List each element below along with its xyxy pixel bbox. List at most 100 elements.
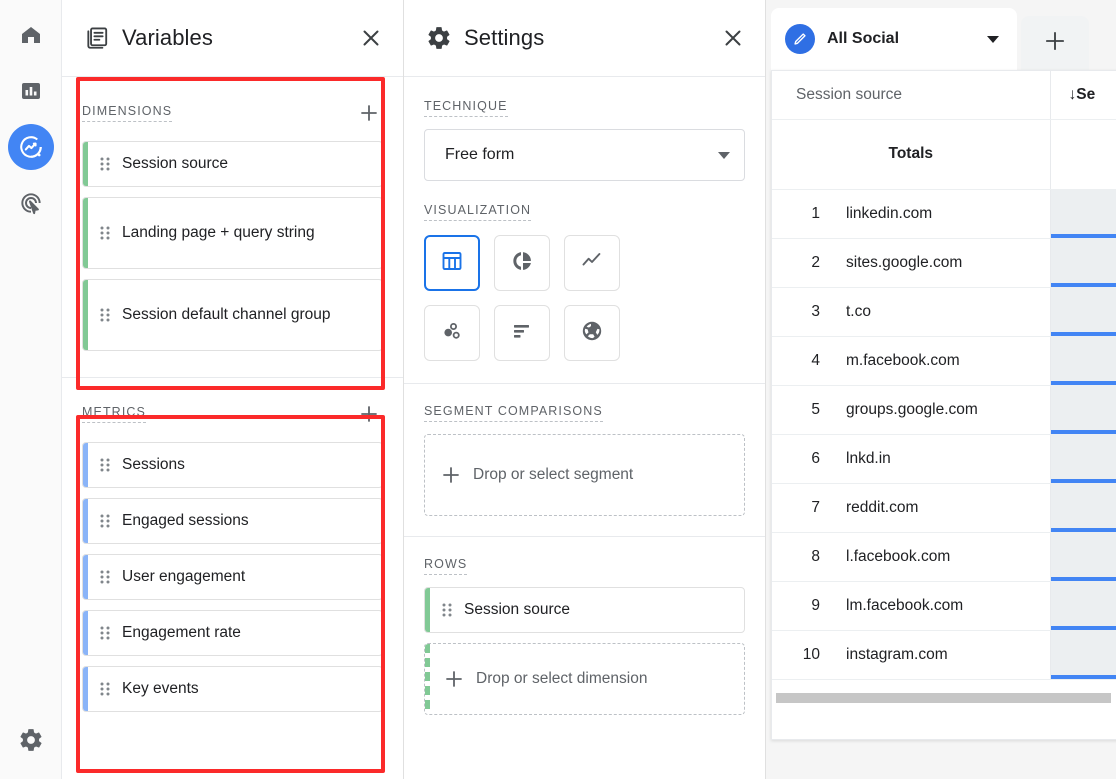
row-rank: 7 bbox=[772, 483, 832, 532]
row-dimension[interactable]: reddit.com bbox=[832, 483, 1050, 532]
table-horizontal-scrollbar[interactable] bbox=[772, 693, 1116, 707]
segment-drop-target[interactable]: Drop or select segment bbox=[424, 434, 745, 516]
geo-map-icon bbox=[580, 319, 604, 348]
dimension-chip-label: Landing page + query string bbox=[122, 223, 315, 244]
table-row[interactable]: 6 lnkd.in bbox=[772, 434, 1116, 483]
segment-comparisons-section: SEGMENT COMPARISONS Drop or select segme… bbox=[404, 384, 765, 536]
table-row[interactable]: 10 instagram.com bbox=[772, 630, 1116, 679]
drag-handle-icon[interactable] bbox=[100, 307, 110, 323]
dimension-chip[interactable]: Session default channel group bbox=[82, 279, 383, 351]
plus-icon bbox=[1042, 28, 1068, 59]
variables-close-button[interactable] bbox=[359, 26, 383, 50]
metrics-section-header: METRICS bbox=[82, 400, 383, 428]
row-metric-bar bbox=[1050, 238, 1116, 287]
table-row[interactable]: 7 reddit.com bbox=[772, 483, 1116, 532]
chevron-down-icon bbox=[718, 152, 730, 159]
visualization-options bbox=[424, 235, 745, 361]
sidebar-item-explore[interactable] bbox=[8, 124, 54, 170]
row-rank: 3 bbox=[772, 287, 832, 336]
viz-option-line-chart[interactable] bbox=[564, 235, 620, 291]
segment-comparisons-label: SEGMENT COMPARISONS bbox=[424, 404, 603, 422]
viz-option-scatter-plot[interactable] bbox=[424, 305, 480, 361]
rows-drop-target[interactable]: Drop or select dimension bbox=[424, 643, 745, 715]
scatter-plot-icon bbox=[440, 319, 464, 348]
report-area: All Social Session source bbox=[766, 0, 1116, 779]
metric-chip-label: Engagement rate bbox=[122, 623, 241, 644]
technique-section: TECHNIQUE Free form bbox=[404, 77, 765, 189]
drag-handle-icon[interactable] bbox=[100, 156, 110, 172]
report-tabs: All Social bbox=[771, 8, 1089, 70]
rows-dimension-chip[interactable]: Session source bbox=[424, 587, 745, 633]
drag-handle-icon[interactable] bbox=[100, 457, 110, 473]
drag-handle-icon[interactable] bbox=[100, 681, 110, 697]
drag-handle-icon[interactable] bbox=[100, 569, 110, 585]
chevron-down-icon[interactable] bbox=[987, 36, 999, 43]
sidebar-item-home[interactable] bbox=[8, 12, 54, 58]
donut-chart-icon bbox=[510, 249, 534, 278]
settings-close-button[interactable] bbox=[721, 26, 745, 50]
reports-icon bbox=[19, 79, 43, 103]
row-dimension[interactable]: instagram.com bbox=[832, 630, 1050, 679]
viz-option-geo-map[interactable] bbox=[564, 305, 620, 361]
row-metric-bar bbox=[1050, 532, 1116, 581]
dimensions-section: DIMENSIONS bbox=[62, 77, 403, 377]
dimension-chip[interactable]: Session source bbox=[82, 141, 383, 187]
metric-chip[interactable]: Engaged sessions bbox=[82, 498, 383, 544]
row-dimension[interactable]: groups.google.com bbox=[832, 385, 1050, 434]
technique-label: TECHNIQUE bbox=[424, 99, 508, 117]
plus-icon bbox=[442, 667, 466, 691]
row-rank: 10 bbox=[772, 630, 832, 679]
metric-chip[interactable]: User engagement bbox=[82, 554, 383, 600]
row-metric-bar bbox=[1050, 581, 1116, 630]
row-dimension[interactable]: linkedin.com bbox=[832, 189, 1050, 238]
row-metric-bar bbox=[1050, 189, 1116, 238]
rows-section: ROWS Session source bbox=[404, 537, 765, 731]
row-dimension[interactable]: t.co bbox=[832, 287, 1050, 336]
drag-handle-icon[interactable] bbox=[100, 513, 110, 529]
viz-option-bar-chart[interactable] bbox=[494, 305, 550, 361]
drag-handle-icon[interactable] bbox=[100, 625, 110, 641]
tab-all-social[interactable]: All Social bbox=[771, 8, 1017, 70]
settings-gear-icon bbox=[426, 25, 452, 51]
dimension-chip-label: Session default channel group bbox=[122, 305, 331, 326]
row-metric-bar bbox=[1050, 287, 1116, 336]
totals-label: Totals bbox=[772, 119, 1050, 189]
add-metric-button[interactable] bbox=[355, 400, 383, 428]
drag-handle-icon[interactable] bbox=[442, 602, 452, 618]
dimensions-section-header: DIMENSIONS bbox=[82, 99, 383, 127]
row-dimension[interactable]: sites.google.com bbox=[832, 238, 1050, 287]
row-dimension[interactable]: l.facebook.com bbox=[832, 532, 1050, 581]
technique-select[interactable]: Free form bbox=[424, 129, 745, 181]
table-header-row: Session source ↓Se bbox=[772, 71, 1116, 119]
viz-option-free-form-table[interactable] bbox=[424, 235, 480, 291]
sidebar-item-advertising[interactable] bbox=[8, 180, 54, 226]
scrollbar-thumb[interactable] bbox=[776, 693, 1111, 703]
sidebar-item-admin[interactable] bbox=[8, 717, 54, 763]
table-row[interactable]: 8 l.facebook.com bbox=[772, 532, 1116, 581]
drag-handle-icon[interactable] bbox=[100, 225, 110, 241]
settings-panel-header: Settings bbox=[404, 0, 765, 77]
row-dimension[interactable]: lm.facebook.com bbox=[832, 581, 1050, 630]
dimension-chip[interactable]: Landing page + query string bbox=[82, 197, 383, 269]
metric-chip[interactable]: Engagement rate bbox=[82, 610, 383, 656]
table-row[interactable]: 2 sites.google.com bbox=[772, 238, 1116, 287]
column-header-metric[interactable]: ↓Se bbox=[1050, 71, 1116, 119]
row-dimension[interactable]: m.facebook.com bbox=[832, 336, 1050, 385]
plus-icon bbox=[439, 463, 463, 487]
table-row[interactable]: 4 m.facebook.com bbox=[772, 336, 1116, 385]
row-rank: 8 bbox=[772, 532, 832, 581]
table-row[interactable]: 9 lm.facebook.com bbox=[772, 581, 1116, 630]
table-row[interactable]: 3 t.co bbox=[772, 287, 1116, 336]
ga4-explore-screen: Variables DIMENSIONS bbox=[0, 0, 1116, 779]
metric-chip[interactable]: Key events bbox=[82, 666, 383, 712]
viz-option-donut-chart[interactable] bbox=[494, 235, 550, 291]
row-dimension[interactable]: lnkd.in bbox=[832, 434, 1050, 483]
metric-chip[interactable]: Sessions bbox=[82, 442, 383, 488]
metric-chip-label: Sessions bbox=[122, 455, 185, 476]
sidebar-item-reports[interactable] bbox=[8, 68, 54, 114]
table-row[interactable]: 1 linkedin.com bbox=[772, 189, 1116, 238]
add-dimension-button[interactable] bbox=[355, 99, 383, 127]
column-header-dimension[interactable]: Session source bbox=[772, 71, 1050, 119]
add-tab-button[interactable] bbox=[1021, 16, 1089, 70]
table-row[interactable]: 5 groups.google.com bbox=[772, 385, 1116, 434]
